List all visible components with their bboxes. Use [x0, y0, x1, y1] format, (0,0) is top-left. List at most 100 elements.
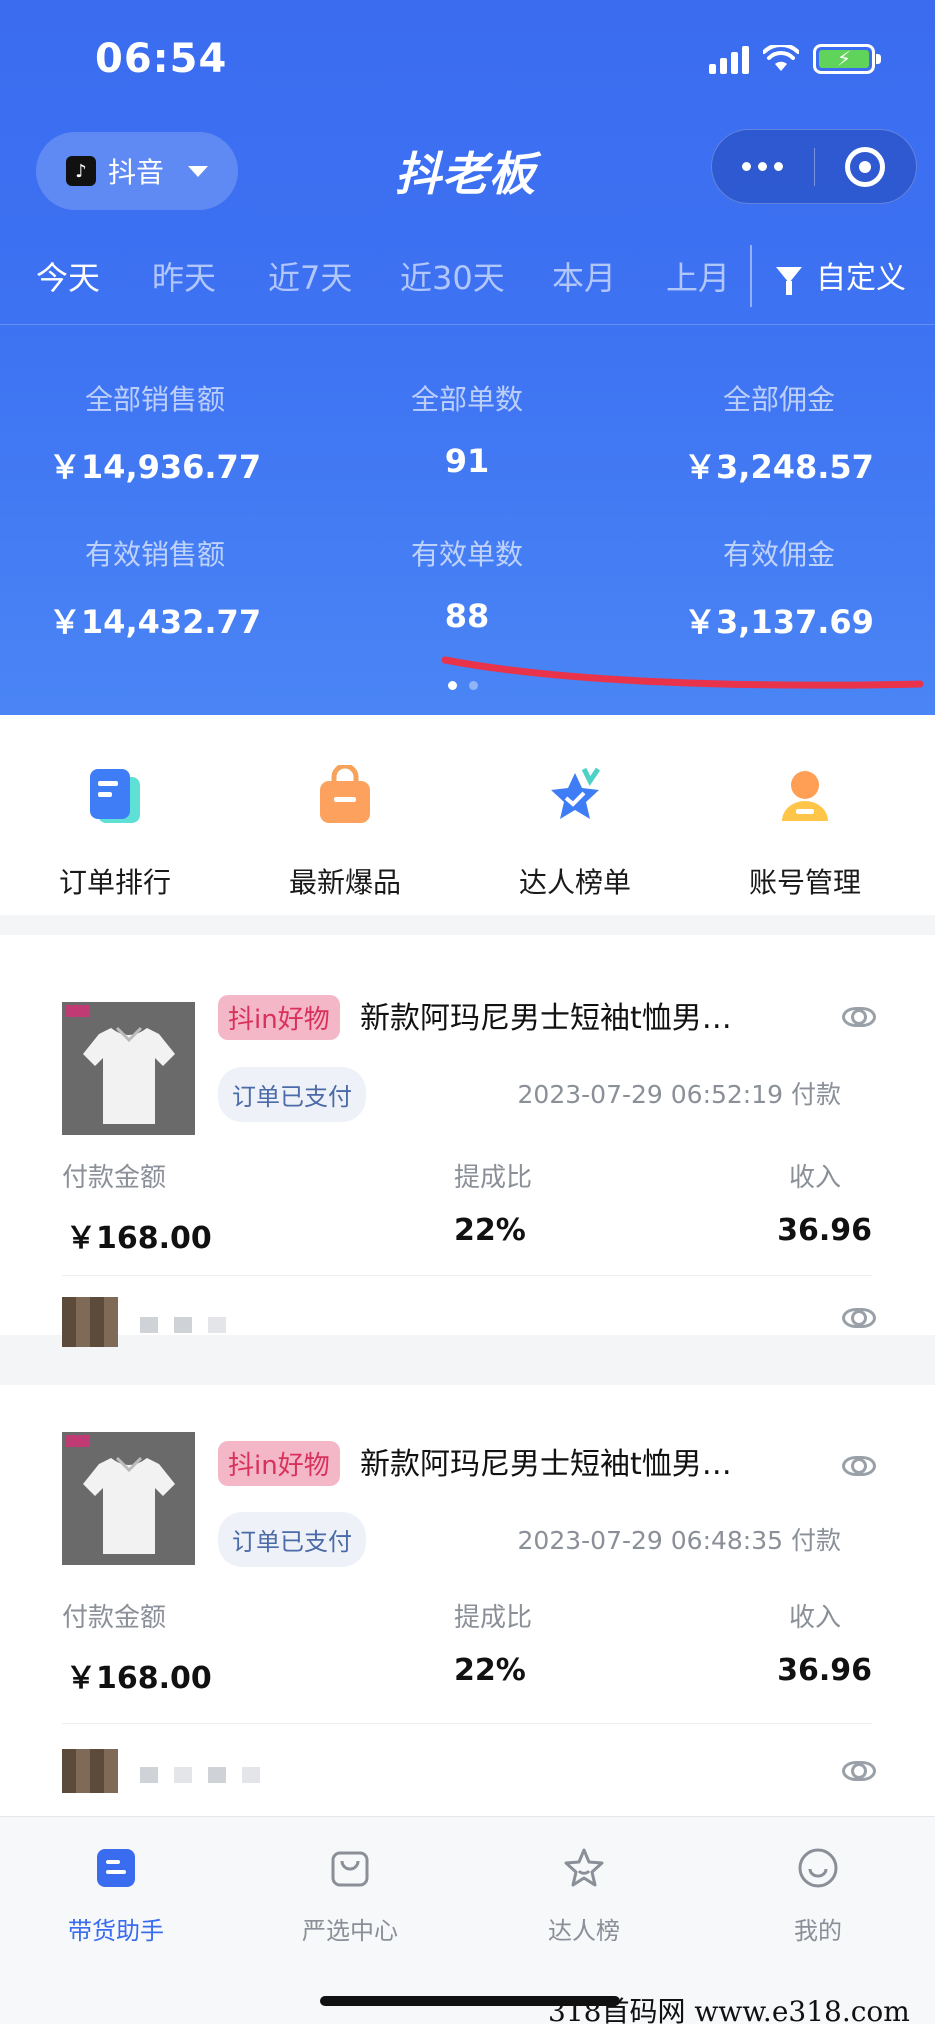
nav-label: 严选中心: [302, 1917, 398, 1945]
page-indicator: [448, 681, 478, 690]
stat-total-orders: 全部单数 91: [312, 378, 622, 480]
nav-label: 带货助手: [68, 1917, 164, 1945]
filter-icon: [776, 267, 802, 295]
product-image: [62, 1432, 195, 1565]
custom-range-button[interactable]: 自定义: [776, 253, 906, 297]
close-miniprogram-button[interactable]: [815, 146, 917, 187]
rate-value: 22%: [454, 1213, 526, 1248]
stat-value: ￥14,432.77: [48, 603, 262, 641]
quick-account-manage[interactable]: 账号管理: [705, 765, 905, 901]
stat-value: ￥14,936.77: [48, 448, 262, 486]
order-card[interactable]: 抖in好物 新款阿玛尼男士短袖t恤男… 订单已支付 2023-07-29 06:…: [0, 1385, 935, 1816]
platform-selector[interactable]: ♪ 抖音: [36, 132, 238, 210]
bag-icon: [331, 1851, 369, 1887]
eye-icon[interactable]: [842, 1308, 876, 1328]
rate-label: 提成比: [454, 1163, 533, 1193]
nav-influencer-rank[interactable]: 达人榜: [494, 1847, 674, 1946]
tiktok-icon: ♪: [66, 156, 96, 186]
product-title: 新款阿玛尼男士短袖t恤男…: [360, 1447, 732, 1482]
target-icon: [845, 146, 886, 187]
quick-hot-products[interactable]: 最新爆品: [245, 763, 445, 901]
tab-30days[interactable]: 近30天: [400, 253, 505, 299]
clock: 06:54: [95, 36, 228, 82]
product-image: [62, 1002, 195, 1135]
star-icon: [564, 1848, 604, 1887]
stat-value: 88: [444, 597, 490, 635]
avatar: [62, 1297, 118, 1347]
eye-icon[interactable]: [842, 1761, 876, 1781]
card-divider: [62, 1275, 872, 1276]
amount-label: 付款金额: [62, 1163, 167, 1193]
tab-7days[interactable]: 近7天: [268, 253, 352, 299]
nav-curated-center[interactable]: 严选中心: [260, 1847, 440, 1946]
stat-total-sales: 全部销售额 ￥14,936.77: [0, 378, 310, 488]
tabs-divider: [750, 245, 752, 307]
stat-value: ￥3,248.57: [684, 448, 874, 486]
signal-icon: [709, 44, 749, 74]
amount-label: 付款金额: [62, 1603, 167, 1633]
order-rank-icon: [90, 769, 140, 823]
order-status: 订单已支付: [218, 1512, 366, 1567]
quick-label: 账号管理: [748, 866, 861, 899]
stat-label: 有效销售额: [84, 538, 225, 571]
order-card[interactable]: 抖in好物 新款阿玛尼男士短袖t恤男… 订单已支付 2023-07-29 06:…: [0, 935, 935, 1347]
stat-value: 91: [444, 442, 490, 480]
amount-value: ￥168.00: [66, 1221, 212, 1256]
red-underline-annotation: [441, 656, 924, 689]
amount-value: ￥168.00: [66, 1661, 212, 1696]
shopping-bag-icon: [320, 763, 370, 823]
nav-sales-assistant[interactable]: 带货助手: [26, 1847, 206, 1946]
quick-influencer-rank[interactable]: 达人榜单: [475, 765, 675, 901]
quick-label: 订单排行: [58, 866, 171, 899]
battery-icon: ⚡: [813, 44, 881, 74]
eye-icon[interactable]: [842, 1456, 876, 1476]
quick-order-rank[interactable]: 订单排行: [15, 765, 215, 901]
user-badge-icon: [782, 771, 828, 821]
product-title: 新款阿玛尼男士短袖t恤男…: [360, 1001, 732, 1036]
quick-label: 达人榜单: [518, 866, 631, 899]
stat-label: 有效单数: [410, 538, 523, 571]
order-status: 订单已支付: [218, 1067, 366, 1122]
date-range-tabs: 今天 昨天 近7天 近30天 本月 上月 自定义: [0, 245, 935, 307]
source-badge: 抖in好物: [218, 995, 340, 1040]
wifi-icon: [763, 45, 799, 71]
star-check-icon: [551, 767, 601, 819]
more-icon[interactable]: [712, 162, 814, 171]
stat-label: 有效佣金: [722, 538, 835, 571]
platform-label: 抖音: [108, 156, 165, 189]
income-label: 收入: [788, 1163, 841, 1193]
stat-valid-orders: 有效单数 88: [312, 533, 622, 635]
tab-this-month[interactable]: 本月: [552, 253, 616, 299]
stat-label: 全部销售额: [84, 383, 225, 416]
stat-label: 全部单数: [410, 383, 523, 416]
header-section: 06:54 ⚡ ♪ 抖音 抖老板 今天 昨天 近7天 近30天 本月 上月 自定…: [0, 0, 935, 715]
card-divider: [62, 1723, 872, 1724]
paid-time: 2023-07-29 06:48:35 付款: [517, 1526, 841, 1555]
status-icons: ⚡: [709, 44, 881, 74]
blurred-name: [140, 1767, 260, 1783]
watermark: 318首码网 www.e318.com: [548, 1995, 910, 2024]
nav-label: 达人榜: [548, 1917, 620, 1945]
quick-label: 最新爆品: [288, 866, 401, 899]
nav-label: 我的: [794, 1917, 842, 1945]
eye-icon[interactable]: [842, 1007, 876, 1027]
smile-icon: [798, 1848, 838, 1888]
stat-label: 全部佣金: [722, 383, 835, 416]
miniprogram-capsule: [711, 129, 917, 204]
avatar: [62, 1749, 118, 1793]
stat-valid-sales: 有效销售额 ￥14,432.77: [0, 533, 310, 643]
assistant-icon: [97, 1849, 135, 1887]
income-label: 收入: [788, 1603, 841, 1633]
tab-today[interactable]: 今天: [36, 253, 100, 299]
stat-valid-commission: 有效佣金 ￥3,137.69: [624, 533, 934, 643]
income-value: 36.96: [777, 1213, 872, 1248]
stat-total-commission: 全部佣金 ￥3,248.57: [624, 378, 934, 488]
tab-yesterday[interactable]: 昨天: [152, 253, 216, 299]
paid-time: 2023-07-29 06:52:19 付款: [517, 1080, 841, 1109]
nav-mine[interactable]: 我的: [728, 1847, 908, 1946]
brand-logo: 抖老板: [395, 147, 536, 201]
source-badge: 抖in好物: [218, 1441, 340, 1486]
income-value: 36.96: [777, 1653, 872, 1688]
tab-last-month[interactable]: 上月: [666, 253, 730, 299]
quick-menu: 订单排行 最新爆品 达人榜单 账号管理: [0, 715, 935, 915]
